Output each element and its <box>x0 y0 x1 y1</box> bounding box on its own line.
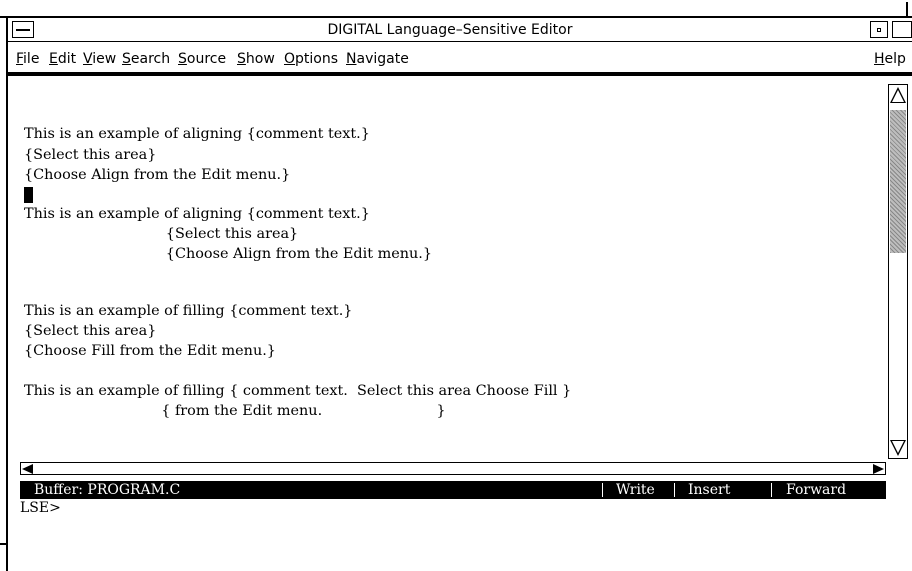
editor-line: {Select this area} <box>24 226 299 242</box>
editor-text-area[interactable]: This is an example of aligning {comment … <box>8 84 888 459</box>
menu-show[interactable]: Show <box>237 51 275 67</box>
scroll-left-icon[interactable] <box>22 464 33 474</box>
editor-line: {Choose Fill from the Edit menu.} <box>24 343 276 359</box>
status-separator <box>771 483 772 497</box>
scroll-up-icon[interactable] <box>890 87 906 103</box>
editor-line: This is an example of aligning {comment … <box>24 206 370 222</box>
scroll-right-icon[interactable] <box>873 464 884 474</box>
menu-options[interactable]: Options <box>284 51 338 67</box>
menu-source[interactable]: Source <box>178 51 226 67</box>
editor-line: {Choose Align from the Edit menu.} <box>24 246 433 262</box>
status-write-mode: Write <box>616 482 655 498</box>
editor-line: This is an example of filling { comment … <box>24 383 572 399</box>
title-bar[interactable]: DIGITAL Language–Sensitive Editor <box>8 18 912 42</box>
status-separator <box>674 483 675 497</box>
status-bar: Buffer: PROGRAM.C Write Insert Forward <box>20 481 886 499</box>
status-buffer-name: Buffer: PROGRAM.C <box>34 482 181 498</box>
window-title: DIGITAL Language–Sensitive Editor <box>327 22 573 38</box>
text-cursor <box>24 187 33 203</box>
frame-corner-mark <box>0 16 6 18</box>
horizontal-scrollbar[interactable] <box>20 462 886 475</box>
minimize-button[interactable] <box>870 21 888 38</box>
editor-line: This is an example of filling {comment t… <box>24 303 353 319</box>
menu-bar: File Edit View Search Source Show Option… <box>8 42 912 76</box>
status-separator <box>602 483 603 497</box>
menu-view[interactable]: View <box>83 51 116 67</box>
status-insert-mode: Insert <box>688 482 731 498</box>
scroll-down-icon[interactable] <box>890 440 906 456</box>
frame-corner-mark <box>906 2 908 16</box>
menu-file[interactable]: File <box>16 51 39 67</box>
editor-line: {Select this area} <box>24 323 157 339</box>
vertical-scrollbar[interactable] <box>888 84 908 459</box>
editor-line: { from the Edit menu. } <box>24 403 446 419</box>
command-prompt[interactable]: LSE> <box>20 499 61 517</box>
status-direction: Forward <box>786 482 847 498</box>
editor-line: {Select this area} <box>24 147 157 163</box>
menu-edit[interactable]: Edit <box>49 51 76 67</box>
editor-line: This is an example of aligning {comment … <box>24 126 370 142</box>
vertical-scroll-thumb[interactable] <box>890 110 906 253</box>
window-menu-icon <box>16 29 30 31</box>
editor-line: {Choose Align from the Edit menu.} <box>24 167 291 183</box>
frame-corner-mark <box>0 543 6 545</box>
menu-help[interactable]: Help <box>874 51 906 67</box>
minimize-icon <box>877 28 881 32</box>
menu-navigate[interactable]: Navigate <box>346 51 409 67</box>
menu-search[interactable]: Search <box>122 51 170 67</box>
window-menu-button[interactable] <box>12 21 34 38</box>
maximize-button[interactable] <box>892 21 912 38</box>
